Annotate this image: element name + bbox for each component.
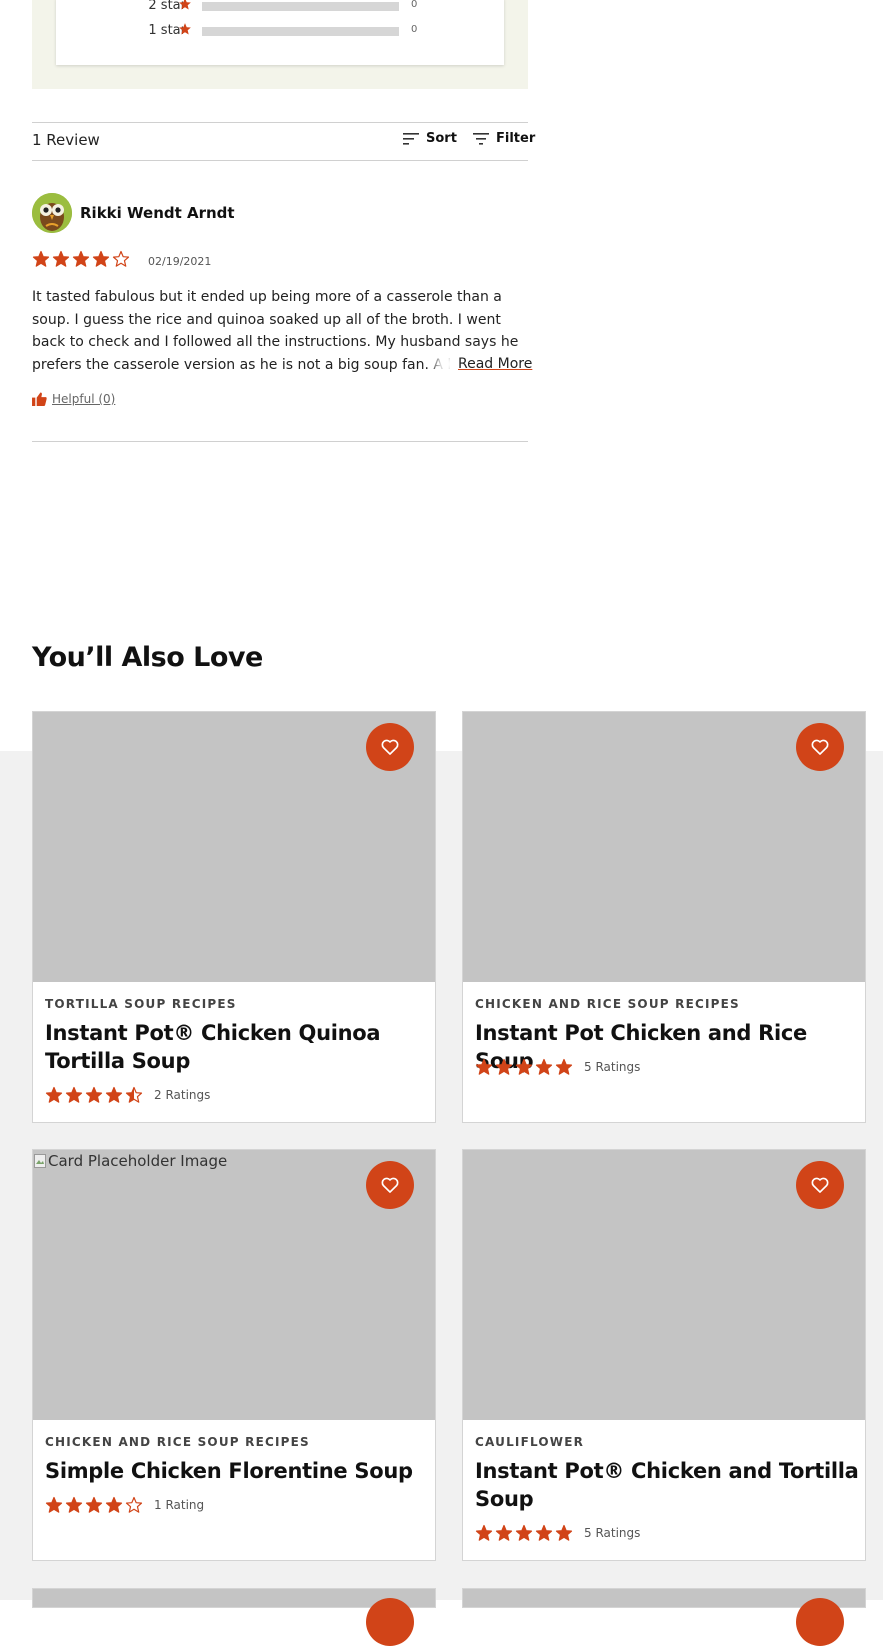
recipe-card[interactable]: TORTILLA SOUP RECIPES Instant Pot® Chick… — [32, 711, 436, 1123]
star-filled-icon — [495, 1058, 513, 1075]
star-filled-icon — [495, 1524, 513, 1541]
favorite-button[interactable] — [796, 1598, 844, 1646]
filter-icon — [473, 132, 489, 145]
recipe-card-title[interactable]: Instant Pot® Chicken Quinoa Tortilla Sou… — [45, 1019, 430, 1075]
divider — [32, 160, 528, 161]
star-filled-icon — [85, 1086, 103, 1103]
breakdown-row-count: 0 — [411, 24, 418, 35]
filter-button[interactable]: Filter — [473, 131, 535, 146]
heart-icon — [381, 1177, 399, 1193]
favorite-button[interactable] — [366, 723, 414, 771]
helpful-button[interactable]: Helpful (0) — [32, 392, 115, 406]
sort-label: Sort — [426, 131, 457, 146]
heart-icon — [381, 739, 399, 755]
recipe-card-category[interactable]: CHICKEN AND RICE SOUP RECIPES — [475, 997, 740, 1011]
rating-breakdown: 2 star 0 1 star 0 — [32, 0, 528, 89]
breakdown-row-2-star[interactable]: 2 star 0 — [56, 0, 504, 16]
favorite-button[interactable] — [366, 1161, 414, 1209]
star-filled-icon — [72, 250, 90, 267]
broken-image-placeholder: Card Placeholder Image — [34, 1152, 227, 1170]
star-filled-icon — [105, 1086, 123, 1103]
star-filled-icon — [65, 1496, 83, 1513]
divider — [32, 122, 528, 123]
star-filled-icon — [475, 1058, 493, 1075]
filter-label: Filter — [496, 131, 536, 146]
sort-icon — [403, 132, 419, 145]
star-filled-icon — [475, 1524, 493, 1541]
star-icon — [179, 23, 191, 35]
favorite-button[interactable] — [796, 1161, 844, 1209]
recipe-card-rating: 5 Ratings — [475, 1524, 640, 1542]
heart-icon — [811, 1177, 829, 1193]
ratings-count: 5 Ratings — [584, 1060, 641, 1074]
star-filled-icon — [45, 1086, 63, 1103]
review-text: It tasted fabulous but it ended up being… — [32, 289, 519, 373]
breakdown-bar — [202, 2, 399, 11]
recipe-card[interactable]: CHICKEN AND RICE SOUP RECIPES Instant Po… — [462, 711, 866, 1123]
star-empty-icon — [112, 250, 130, 267]
star-filled-icon — [52, 250, 70, 267]
recipe-card-title[interactable]: Simple Chicken Florentine Soup — [45, 1457, 430, 1485]
star-icon — [179, 0, 191, 10]
star-filled-icon — [32, 250, 50, 267]
avatar[interactable] — [32, 193, 72, 233]
favorite-button[interactable] — [796, 723, 844, 771]
recipe-card-rating: 2 Ratings — [45, 1086, 210, 1104]
ratings-count: 5 Ratings — [584, 1526, 641, 1540]
section-title: You’ll Also Love — [32, 642, 263, 673]
recipe-card-partial[interactable] — [32, 1588, 436, 1646]
recipe-card-partial[interactable] — [462, 1588, 866, 1646]
ratings-count: 2 Ratings — [154, 1088, 211, 1102]
star-filled-icon — [85, 1496, 103, 1513]
ratings-count: 1 Rating — [154, 1498, 205, 1512]
breakdown-row-count: 0 — [411, 0, 418, 10]
divider — [32, 441, 528, 442]
sort-button[interactable]: Sort — [403, 131, 457, 146]
helpful-label: Helpful (0) — [52, 392, 116, 406]
heart-icon — [811, 739, 829, 755]
review-star-rating — [32, 250, 130, 268]
recipe-card-rating: 1 Rating — [45, 1496, 204, 1514]
image-alt-text: Card Placeholder Image — [48, 1152, 228, 1170]
star-filled-icon — [105, 1496, 123, 1513]
star-filled-icon — [45, 1496, 63, 1513]
star-empty-icon — [125, 1496, 143, 1513]
thumbs-up-icon — [32, 392, 47, 406]
read-more-link[interactable]: Read More — [450, 353, 533, 375]
star-filled-icon — [535, 1524, 553, 1541]
rating-breakdown-card: 2 star 0 1 star 0 — [56, 0, 504, 65]
breakdown-row-1-star[interactable]: 1 star 0 — [56, 23, 504, 41]
star-filled-icon — [515, 1524, 533, 1541]
recipe-card-category[interactable]: CAULIFLOWER — [475, 1435, 584, 1449]
recipe-card-rating: 5 Ratings — [475, 1058, 640, 1076]
review-date: 02/19/2021 — [148, 255, 212, 268]
owl-avatar-icon — [32, 193, 72, 233]
breakdown-bar — [202, 27, 399, 36]
star-filled-icon — [535, 1058, 553, 1075]
star-filled-icon — [92, 250, 110, 267]
star-filled-icon — [555, 1524, 573, 1541]
broken-image-icon — [34, 1154, 46, 1168]
star-filled-icon — [555, 1058, 573, 1075]
star-filled-icon — [515, 1058, 533, 1075]
review-count: 1 Review — [32, 131, 100, 149]
reviewer-name[interactable]: Rikki Wendt Arndt — [80, 204, 235, 222]
star-filled-icon — [65, 1086, 83, 1103]
recipe-card[interactable]: CAULIFLOWER Instant Pot® Chicken and Tor… — [462, 1149, 866, 1561]
recipe-card-category[interactable]: CHICKEN AND RICE SOUP RECIPES — [45, 1435, 310, 1449]
favorite-button[interactable] — [366, 1598, 414, 1646]
recipe-card[interactable]: Card Placeholder Image CHICKEN AND RICE … — [32, 1149, 436, 1561]
recipe-card-category[interactable]: TORTILLA SOUP RECIPES — [45, 997, 237, 1011]
star-half-icon — [125, 1086, 143, 1103]
recipe-card-title[interactable]: Instant Pot® Chicken and Tortilla Soup — [475, 1457, 860, 1513]
